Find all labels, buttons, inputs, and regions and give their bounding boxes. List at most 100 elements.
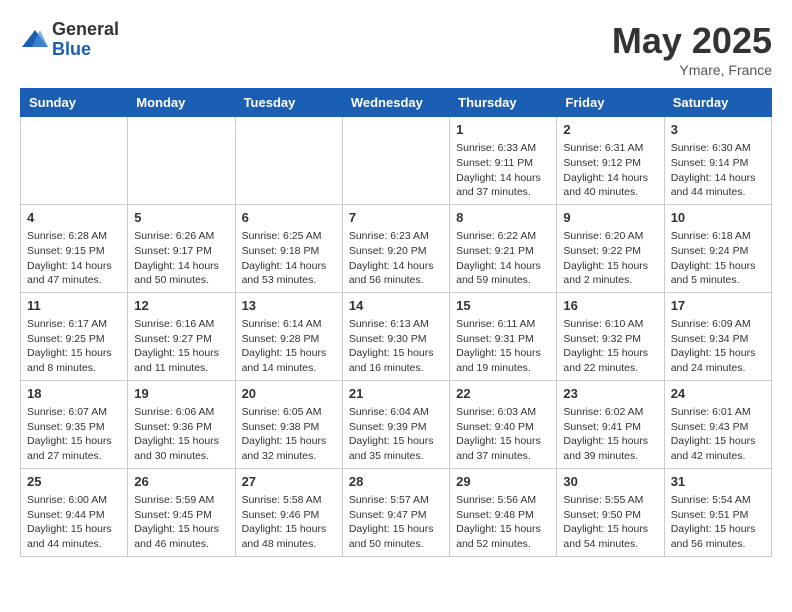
cell-content: 8Sunrise: 6:22 AMSunset: 9:21 PMDaylight… <box>456 209 550 288</box>
cell-line: Sunset: 9:36 PM <box>134 420 228 435</box>
cell-line: Sunrise: 5:58 AM <box>242 493 336 508</box>
cell-line: Sunset: 9:46 PM <box>242 508 336 523</box>
cell-line: Sunrise: 5:56 AM <box>456 493 550 508</box>
weekday-header-saturday: Saturday <box>664 89 771 117</box>
day-number: 18 <box>27 385 121 403</box>
cell-line: Daylight: 15 hours <box>456 434 550 449</box>
calendar-cell <box>128 117 235 205</box>
cell-content: 22Sunrise: 6:03 AMSunset: 9:40 PMDayligh… <box>456 385 550 464</box>
calendar-cell: 29Sunrise: 5:56 AMSunset: 9:48 PMDayligh… <box>450 468 557 556</box>
cell-line: and 37 minutes. <box>456 449 550 464</box>
cell-line: Sunrise: 6:16 AM <box>134 317 228 332</box>
day-number: 29 <box>456 473 550 491</box>
cell-line: Daylight: 14 hours <box>27 259 121 274</box>
cell-line: Sunset: 9:48 PM <box>456 508 550 523</box>
cell-line: and 56 minutes. <box>671 537 765 552</box>
weekday-header-sunday: Sunday <box>21 89 128 117</box>
cell-line: Daylight: 15 hours <box>563 522 657 537</box>
cell-line: Daylight: 15 hours <box>242 346 336 361</box>
cell-line: Sunrise: 6:03 AM <box>456 405 550 420</box>
calendar-cell: 16Sunrise: 6:10 AMSunset: 9:32 PMDayligh… <box>557 292 664 380</box>
calendar-cell <box>342 117 449 205</box>
cell-content: 27Sunrise: 5:58 AMSunset: 9:46 PMDayligh… <box>242 473 336 552</box>
cell-line: Sunrise: 6:04 AM <box>349 405 443 420</box>
logo: General Blue <box>20 20 119 60</box>
calendar-cell: 24 Sunrise: 6:01 AMSunset: 9:43 PMDayligh… <box>664 380 771 468</box>
cell-line: Sunset: 9:21 PM <box>456 244 550 259</box>
cell-line: Sunrise: 5:55 AM <box>563 493 657 508</box>
cell-content: 3Sunrise: 6:30 AMSunset: 9:14 PMDaylight… <box>671 121 765 200</box>
cell-line: Sunrise: 5:57 AM <box>349 493 443 508</box>
calendar-cell: 14Sunrise: 6:13 AMSunset: 9:30 PMDayligh… <box>342 292 449 380</box>
cell-line: Sunrise: 5:54 AM <box>671 493 765 508</box>
day-number: 16 <box>563 297 657 315</box>
cell-line: Daylight: 15 hours <box>134 522 228 537</box>
day-number: 10 <box>671 209 765 227</box>
cell-line: Sunset: 9:20 PM <box>349 244 443 259</box>
cell-content: 28Sunrise: 5:57 AMSunset: 9:47 PMDayligh… <box>349 473 443 552</box>
day-number: 27 <box>242 473 336 491</box>
cell-line: Sunrise: 6:30 AM <box>671 141 765 156</box>
cell-line: Sunrise: 6:02 AM <box>563 405 657 420</box>
cell-line: Sunrise: 6:07 AM <box>27 405 121 420</box>
cell-line: Daylight: 14 hours <box>242 259 336 274</box>
weekday-header-friday: Friday <box>557 89 664 117</box>
location-subtitle: Ymare, France <box>612 62 772 78</box>
cell-line: Daylight: 15 hours <box>563 259 657 274</box>
cell-line: and 48 minutes. <box>242 537 336 552</box>
cell-content: 1Sunrise: 6:33 AMSunset: 9:11 PMDaylight… <box>456 121 550 200</box>
cell-line: Daylight: 14 hours <box>563 171 657 186</box>
cell-content: 13Sunrise: 6:14 AMSunset: 9:28 PMDayligh… <box>242 297 336 376</box>
calendar-week-row: 18Sunrise: 6:07 AMSunset: 9:35 PMDayligh… <box>21 380 772 468</box>
cell-line: and 27 minutes. <box>27 449 121 464</box>
day-number: 7 <box>349 209 443 227</box>
cell-line: Sunset: 9:40 PM <box>456 420 550 435</box>
cell-line: Sunset: 9:28 PM <box>242 332 336 347</box>
day-number: 24 <box>671 385 765 403</box>
calendar-week-row: 1Sunrise: 6:33 AMSunset: 9:11 PMDaylight… <box>21 117 772 205</box>
cell-line: Sunset: 9:43 PM <box>671 420 765 435</box>
cell-line: and 32 minutes. <box>242 449 336 464</box>
cell-content: 19Sunrise: 6:06 AMSunset: 9:36 PMDayligh… <box>134 385 228 464</box>
title-area: May 2025 Ymare, France <box>612 20 772 78</box>
calendar-cell: 31Sunrise: 5:54 AMSunset: 9:51 PMDayligh… <box>664 468 771 556</box>
cell-line: Sunrise: 6:28 AM <box>27 229 121 244</box>
cell-line: and 42 minutes. <box>671 449 765 464</box>
calendar-cell: 12Sunrise: 6:16 AMSunset: 9:27 PMDayligh… <box>128 292 235 380</box>
cell-line: and 16 minutes. <box>349 361 443 376</box>
day-number: 3 <box>671 121 765 139</box>
calendar-cell: 26Sunrise: 5:59 AMSunset: 9:45 PMDayligh… <box>128 468 235 556</box>
cell-line: Daylight: 15 hours <box>671 346 765 361</box>
month-title: May 2025 <box>612 20 772 62</box>
day-number: 8 <box>456 209 550 227</box>
day-number: 25 <box>27 473 121 491</box>
calendar-cell: 13Sunrise: 6:14 AMSunset: 9:28 PMDayligh… <box>235 292 342 380</box>
cell-line: Sunset: 9:47 PM <box>349 508 443 523</box>
day-number: 28 <box>349 473 443 491</box>
cell-line: Sunset: 9:50 PM <box>563 508 657 523</box>
logo-icon <box>20 25 50 55</box>
cell-content: 24 Sunrise: 6:01 AMSunset: 9:43 PMDayligh… <box>671 385 765 464</box>
cell-content: 12Sunrise: 6:16 AMSunset: 9:27 PMDayligh… <box>134 297 228 376</box>
cell-content: 9Sunrise: 6:20 AMSunset: 9:22 PMDaylight… <box>563 209 657 288</box>
cell-line: Daylight: 15 hours <box>27 434 121 449</box>
calendar-cell: 8Sunrise: 6:22 AMSunset: 9:21 PMDaylight… <box>450 204 557 292</box>
calendar-cell: 22Sunrise: 6:03 AMSunset: 9:40 PMDayligh… <box>450 380 557 468</box>
cell-line: Sunrise: 6:17 AM <box>27 317 121 332</box>
cell-line: Sunset: 9:45 PM <box>134 508 228 523</box>
cell-line: Daylight: 15 hours <box>242 434 336 449</box>
cell-line: Sunset: 9:15 PM <box>27 244 121 259</box>
cell-line: Sunrise: 6:01 AM <box>671 405 765 420</box>
logo-text: General Blue <box>52 20 119 60</box>
cell-content: 10Sunrise: 6:18 AMSunset: 9:24 PMDayligh… <box>671 209 765 288</box>
cell-content: 23Sunrise: 6:02 AMSunset: 9:41 PMDayligh… <box>563 385 657 464</box>
cell-line: and 19 minutes. <box>456 361 550 376</box>
cell-line: Sunset: 9:25 PM <box>27 332 121 347</box>
cell-line: Sunset: 9:24 PM <box>671 244 765 259</box>
cell-line: Daylight: 15 hours <box>456 346 550 361</box>
cell-line: Daylight: 15 hours <box>563 434 657 449</box>
cell-line: Daylight: 14 hours <box>349 259 443 274</box>
cell-line: and 50 minutes. <box>349 537 443 552</box>
cell-line: Daylight: 15 hours <box>671 434 765 449</box>
calendar-cell: 5Sunrise: 6:26 AMSunset: 9:17 PMDaylight… <box>128 204 235 292</box>
